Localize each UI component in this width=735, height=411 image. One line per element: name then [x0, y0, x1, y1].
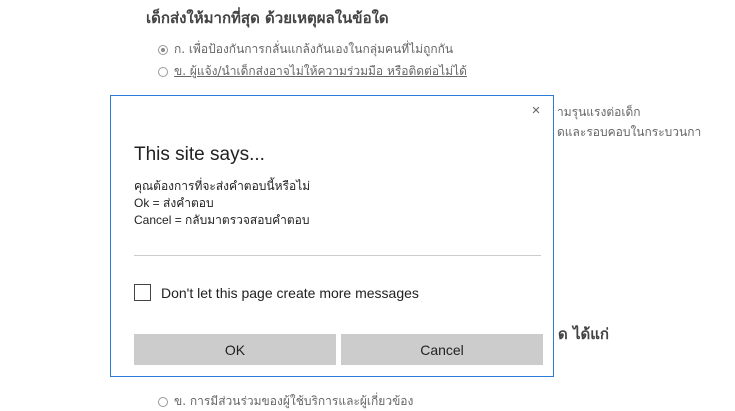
close-icon[interactable]: × [527, 102, 545, 120]
confirm-dialog: × This site says... คุณต้องการที่จะส่งคำ… [110, 95, 554, 377]
suppress-messages-row[interactable]: Don't let this page create more messages [134, 284, 419, 301]
partial-option-text: ดและรอบคอบในกระบวนกา [557, 125, 702, 139]
radio-checked-icon[interactable] [158, 44, 168, 55]
answer-option-a[interactable]: ก. เพื่อป้องกันการกลั่นแกล้งกันเองในกลุ่… [158, 40, 453, 59]
question-title: เด็กส่งให้มากที่สุด ด้วยเหตุผลในข้อใด [146, 9, 389, 27]
dialog-title: This site says... [134, 144, 265, 165]
radio-icon[interactable] [158, 66, 168, 77]
ok-button[interactable]: OK [134, 334, 336, 365]
message-line: คุณต้องการที่จะส่งคำตอบนี้หรือไม่ [134, 179, 311, 193]
message-line: Cancel = กลับมาตรวจสอบคำตอบ [134, 213, 310, 227]
option-label: ข. การมีส่วนร่วมของผู้ใช้บริการและผู้เกี… [174, 394, 414, 408]
option-label: ข. ผู้แจ้ง/นำเด็กส่งอาจไม่ให้ความร่วมมือ… [174, 64, 467, 78]
radio-icon[interactable] [158, 396, 168, 407]
partial-question-title: ด ได้แก่ [558, 325, 609, 343]
partial-option-text: ามรุนแรงต่อเด็ก [557, 105, 641, 119]
answer-option-bottom[interactable]: ข. การมีส่วนร่วมของผู้ใช้บริการและผู้เกี… [158, 392, 413, 411]
message-line: Ok = ส่งคำตอบ [134, 196, 214, 210]
cancel-button[interactable]: Cancel [341, 334, 543, 365]
dialog-divider [134, 255, 541, 256]
suppress-messages-checkbox[interactable] [134, 284, 151, 301]
option-label: ก. เพื่อป้องกันการกลั่นแกล้งกันเองในกลุ่… [174, 42, 454, 56]
dialog-message: คุณต้องการที่จะส่งคำตอบนี้หรือไม่ Ok = ส… [134, 178, 310, 229]
answer-option-b[interactable]: ข. ผู้แจ้ง/นำเด็กส่งอาจไม่ให้ความร่วมมือ… [158, 62, 467, 81]
checkbox-label: Don't let this page create more messages [161, 284, 419, 301]
